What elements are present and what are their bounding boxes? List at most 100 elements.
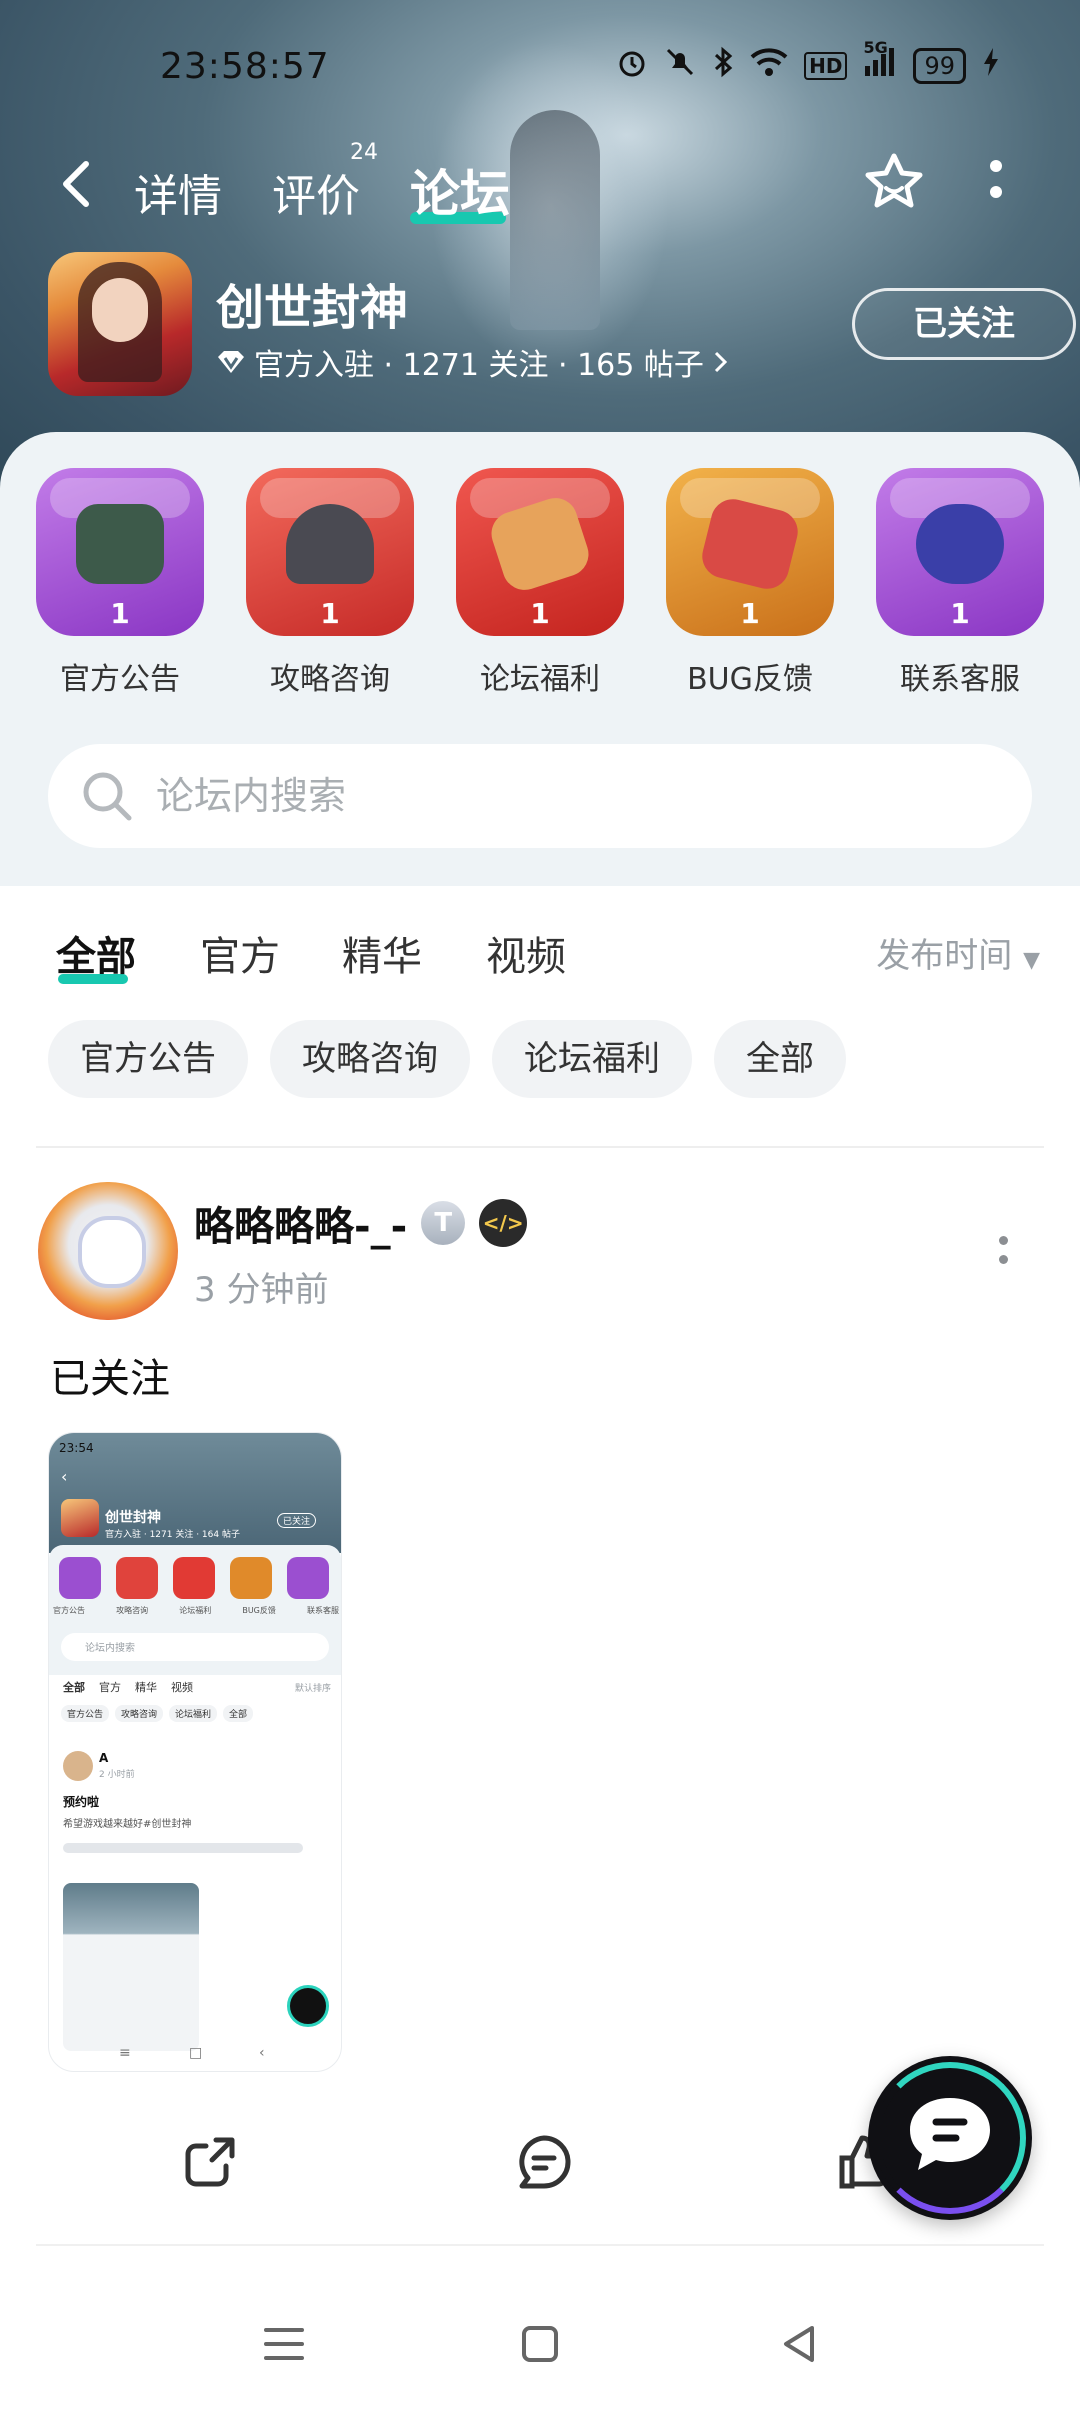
quick-entry-benefits[interactable]: 1 论坛福利 [456,468,624,698]
forum-search-bar[interactable] [48,744,1032,848]
chip-all[interactable]: 全部 [714,1020,846,1098]
signal-icon: 5G [863,38,897,85]
thumb-post-image [63,1883,199,2051]
icon-face [92,278,148,342]
thumb-entry-icon [173,1557,215,1599]
hd-icon: HD [804,51,848,80]
game-meta-text: 官方入驻 · 1271 关注 · 165 帖子 [254,348,704,383]
chat-bubble-icon [910,2098,990,2170]
category-chips: 官方公告 攻略咨询 论坛福利 全部 [48,1020,846,1098]
back-button[interactable] [52,156,100,212]
chip-guides[interactable]: 攻略咨询 [270,1020,470,1098]
thumb-tab: 官方 [99,1681,121,1694]
search-input[interactable] [154,773,978,819]
quick-entry-bug-report[interactable]: 1 BUG反馈 [666,468,834,698]
cauldron-icon: 1 [246,468,414,636]
quick-entry-count: 1 [950,597,970,630]
thumb-game-icon [61,1499,99,1537]
reviews-count-badge: 24 [350,140,378,165]
comment-button[interactable] [514,2132,574,2192]
thumb-post-time: 2 小时前 [99,1770,135,1780]
thumb-meta: 官方入驻 · 1271 关注 · 164 帖子 [105,1530,240,1540]
thumb-entry-label: BUG反馈 [242,1606,276,1615]
filter-tab-official[interactable]: 官方 [200,924,280,982]
thumb-chat-fab [287,1985,329,2027]
wifi-icon [750,47,788,84]
thumb-post-user: A [99,1751,109,1765]
favorite-button[interactable] [862,150,926,214]
thumb-time: 23:54 [59,1441,94,1455]
post-more-button[interactable] [996,1232,1010,1272]
thumb-menu-icon: ≡ [119,2045,131,2061]
filter-tab-all[interactable]: 全部 [56,924,136,982]
thumb-tab: 视频 [171,1681,193,1694]
bronze-vessel-icon: 1 [36,468,204,636]
thumb-entry-icon [59,1557,101,1599]
post-author[interactable]: 略略略略-_- T </> [194,1194,528,1252]
forum-panel: 1 官方公告 1 攻略咨询 1 论坛福利 1 BUG反馈 1 联系客服 论坛内搜… [0,432,1080,886]
thumb-back-icon: ‹ [259,2045,265,2061]
thumb-entry-label: 论坛福利 [179,1606,212,1615]
thumb-entry-label: 攻略咨询 [116,1606,149,1615]
chip-announcements[interactable]: 官方公告 [48,1020,248,1098]
dot [998,1255,1008,1264]
sort-label: 发布时间 [876,936,1013,976]
filter-tab-video[interactable]: 视频 [486,924,566,982]
thumb-chevron-left-icon: ‹ [61,1467,68,1486]
avatar[interactable] [38,1182,178,1320]
diamond-icon [218,351,244,373]
share-button[interactable] [180,2132,240,2192]
thumb-tabs: 全部 官方 精华 视频 [63,1679,193,1695]
quick-entry-announcements[interactable]: 1 官方公告 [36,468,204,698]
comment-icon [519,2135,571,2189]
status-icons: HD 5G 99 [616,38,1000,85]
post-image[interactable]: 23:54 ‹ 创世封神 官方入驻 · 1271 关注 · 164 帖子 已关注… [48,1432,342,2072]
developer-badge-icon: </> [479,1199,528,1247]
quick-entry-count: 1 [110,597,130,630]
thumb-entry-icon [230,1557,272,1599]
thumb-tab: 精华 [135,1681,157,1694]
chip-benefits[interactable]: 论坛福利 [492,1020,692,1098]
quick-entry-guides[interactable]: 1 攻略咨询 [246,468,414,698]
thumb-search: 论坛内搜索 [61,1633,329,1661]
quick-entry-label: 论坛福利 [480,662,600,697]
share-icon [185,2137,235,2187]
thumb-post-title: 预约啦 [63,1795,100,1809]
sort-dropdown[interactable]: 发布时间 ▼ [876,928,1040,977]
battery-icon: 99 [913,47,966,84]
search-icon [83,772,132,821]
thumb-entry-label: 官方公告 [53,1606,85,1615]
chat-fab[interactable] [868,2056,1032,2220]
follow-button[interactable]: 已关注 [852,288,1076,360]
chevron-left-icon [63,161,89,207]
game-icon[interactable] [48,252,192,396]
thumb-search-placeholder: 论坛内搜索 [85,1643,135,1654]
mute-bell-icon [664,46,696,85]
quick-entry-count: 1 [320,597,340,630]
tab-details[interactable]: 详情 [134,160,222,224]
quick-entry-count: 1 [740,597,760,630]
quick-entry-count: 1 [530,597,550,630]
thumb-chip: 攻略咨询 [115,1705,164,1722]
filter-tab-featured[interactable]: 精华 [342,924,422,982]
filter-tabs: 全部 官方 精华 视频 发布时间 ▼ [0,910,1080,990]
more-options-button[interactable] [988,154,1004,214]
divider [36,2244,1044,2246]
charging-icon [982,46,1000,85]
tab-forum[interactable]: 论坛 [410,154,510,226]
post-text: 已关注 [50,1356,170,1402]
status-time: 23:58:57 [160,46,330,87]
thumb-system-nav: ≡ □ ‹ [49,2043,341,2071]
game-meta[interactable]: 官方入驻 · 1271 关注 · 165 帖子 [216,340,730,384]
quick-entry-label: BUG反馈 [687,662,813,697]
dot [998,1236,1008,1245]
thumb-entry-icon [287,1557,329,1599]
thumb-chips: 官方公告 攻略咨询 论坛福利 全部 [61,1705,254,1722]
ssr-card-icon: 1 [876,468,1044,636]
thumb-game-name: 创世封神 [105,1510,161,1526]
recent-apps-button[interactable] [260,2320,308,2368]
tab-reviews[interactable]: 评价 [272,160,360,224]
home-button[interactable] [516,2320,564,2368]
quick-entry-support[interactable]: 1 联系客服 [876,468,1044,698]
system-back-button[interactable] [776,2320,824,2368]
